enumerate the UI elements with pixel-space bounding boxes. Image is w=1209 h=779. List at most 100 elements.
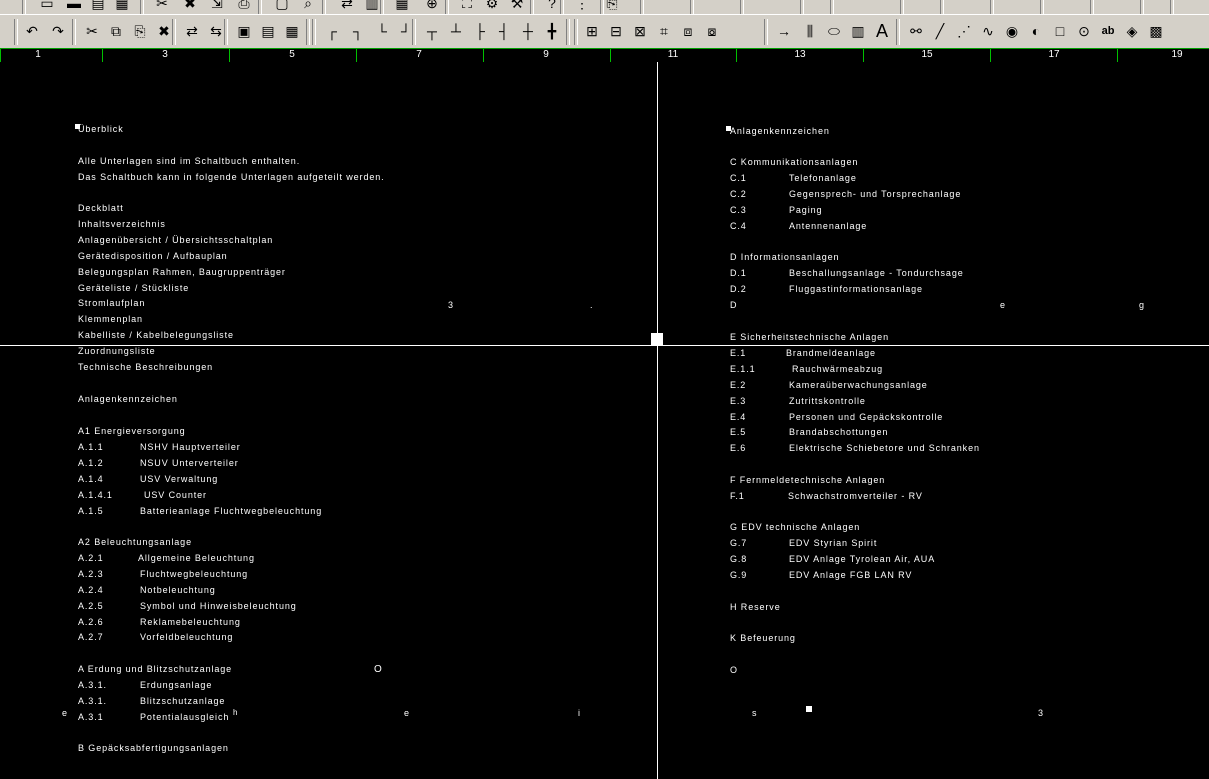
device-box-icon[interactable]: ⧈ xyxy=(676,20,700,42)
toolbar-separator xyxy=(22,0,26,14)
designation-row: G.8 EDV Anlage Tyrolean Air, AUA xyxy=(730,554,935,565)
redo-icon[interactable]: ↷ xyxy=(46,20,70,42)
link-icon[interactable]: ⚯ xyxy=(904,20,928,42)
new-icon[interactable]: ▭ xyxy=(35,0,59,14)
block-icon[interactable]: ▣ xyxy=(232,20,256,42)
selection-handle[interactable] xyxy=(806,706,812,712)
cross-icon[interactable]: ┼ xyxy=(516,20,540,42)
text-style-icon[interactable]: ab xyxy=(1096,20,1120,42)
arc-tool-icon[interactable]: ◐ xyxy=(1024,20,1048,42)
frame-icon[interactable]: ▦ xyxy=(280,20,304,42)
oval-icon[interactable]: ⬭ xyxy=(822,20,846,42)
circle-tool-icon[interactable]: ◉ xyxy=(1000,20,1024,42)
tee-right-icon[interactable]: ├ xyxy=(468,20,492,42)
crosshair-horizontal xyxy=(0,345,1209,346)
window-icon[interactable]: ▤ xyxy=(256,20,280,42)
layers-icon[interactable]: ▥ xyxy=(360,0,384,14)
terminal-icon[interactable]: ⊞ xyxy=(580,20,604,42)
settings-icon[interactable]: ⚒ xyxy=(505,0,529,14)
stray-text: 3 xyxy=(448,300,454,310)
binoculars-icon[interactable]: ⛶ xyxy=(455,0,479,14)
designation-label: Gegensprech- und Torsprechanlage xyxy=(789,188,962,199)
corner-top-right-icon[interactable]: ┐ xyxy=(346,20,370,42)
tee-left-icon[interactable]: ┤ xyxy=(492,20,516,42)
plug-icon[interactable]: ⊟ xyxy=(604,20,628,42)
designation-code: G.7 xyxy=(730,537,748,548)
corner-bottom-right-icon[interactable]: ┘ xyxy=(394,20,418,42)
bracket-icon[interactable]: ⌗ xyxy=(652,20,676,42)
designation-label: NSHV Hauptverteiler xyxy=(140,441,241,452)
designation-code: A.3.1. xyxy=(78,679,107,690)
ruler-number: 9 xyxy=(543,49,549,60)
designation-label: Fluggastinformationsanlage xyxy=(789,283,923,294)
replace-icon[interactable]: ⇄ xyxy=(335,0,359,14)
ruler-tick xyxy=(1117,49,1118,62)
tee-down-icon[interactable]: ┬ xyxy=(420,20,444,42)
multi-line-icon[interactable]: ⫼ xyxy=(798,20,822,42)
arrow-right-icon[interactable]: → xyxy=(772,20,796,42)
cut-icon[interactable]: ✂ xyxy=(80,20,104,42)
designation-row: E.4 Personen und Gepäckskontrolle xyxy=(730,412,943,423)
export-icon[interactable]: ⇲ xyxy=(205,0,229,14)
grid-icon[interactable]: ▦ xyxy=(390,0,414,14)
image-icon[interactable]: ▩ xyxy=(1144,20,1168,42)
document-item: Deckblatt xyxy=(78,203,124,213)
ruler-number: 3 xyxy=(162,49,168,60)
properties-icon[interactable]: ⚙ xyxy=(480,0,504,14)
copy-icon[interactable]: ▦ xyxy=(110,0,134,14)
delete-component-icon[interactable]: ✖ xyxy=(152,20,176,42)
save-icon[interactable]: ▬ xyxy=(62,0,86,14)
designation-label: Erdungsanlage xyxy=(140,679,213,690)
document-item: Technische Beschreibungen xyxy=(78,362,214,372)
toolbar-separator xyxy=(764,19,768,45)
text-icon[interactable]: A xyxy=(870,20,894,42)
tee-up-icon[interactable]: ┴ xyxy=(444,20,468,42)
rectangle-tool-icon[interactable]: □ xyxy=(1048,20,1072,42)
junction-icon[interactable]: ╋ xyxy=(540,20,564,42)
paste-component-icon[interactable]: ⎘ xyxy=(128,20,152,42)
cable-icon[interactable]: ⊠ xyxy=(628,20,652,42)
designation-code: E.2 xyxy=(730,379,747,390)
table-icon[interactable]: ▥ xyxy=(846,20,870,42)
designation-label: Rauchwärmeabzug xyxy=(792,363,884,374)
corner-top-left-icon[interactable]: ┌ xyxy=(320,20,344,42)
stray-text: e xyxy=(404,708,410,718)
cut-icon[interactable]: ✂ xyxy=(150,0,174,14)
help-icon[interactable]: ? xyxy=(540,0,564,14)
designation-row: D.1 Beschallungsanlage - Tondurchsage xyxy=(730,268,964,279)
zoom-icon[interactable]: ⊕ xyxy=(420,0,444,14)
menu-icon[interactable]: ⋮ xyxy=(570,0,594,14)
fill-icon[interactable]: ◈ xyxy=(1120,20,1144,42)
drawing-canvas[interactable]: Überblick Alle Unterlagen sind im Schalt… xyxy=(0,62,1209,779)
toolbar-separator xyxy=(1140,0,1144,14)
delete-icon[interactable]: ✖ xyxy=(178,0,202,14)
print-icon[interactable]: ⎙ xyxy=(232,0,256,14)
paste-icon[interactable]: ⎘ xyxy=(600,0,624,14)
document-item: Anlagenübersicht / Übersichtsschaltplan xyxy=(78,234,274,245)
toolbar-separator xyxy=(1170,0,1174,14)
copy-component-icon[interactable]: ⧉ xyxy=(104,20,128,42)
polyline-icon[interactable]: ⋰ xyxy=(952,20,976,42)
designation-code: A.2.5 xyxy=(78,600,104,611)
contact-icon[interactable]: ⧇ xyxy=(700,20,724,42)
open-icon[interactable]: ▤ xyxy=(86,0,110,14)
ruler-tick xyxy=(0,49,1,62)
undo-icon[interactable]: ↶ xyxy=(20,20,44,42)
preview-icon[interactable]: ▢ xyxy=(270,0,294,14)
designation-label: Schwachstromverteiler - RV xyxy=(788,490,923,501)
line-tool-icon[interactable]: ╱ xyxy=(928,20,952,42)
ruler-number: 19 xyxy=(1171,49,1183,60)
document-item: Belegungsplan Rahmen, Baugruppenträger xyxy=(78,266,286,277)
ruler-number: 17 xyxy=(1048,49,1060,60)
designation-row: A.2.6 Reklamebeleuchtung xyxy=(78,617,241,628)
designation-code: A.3.1. xyxy=(78,695,107,706)
disconnect-icon[interactable]: ⇆ xyxy=(204,20,228,42)
stray-text: g xyxy=(1139,300,1145,310)
ruler-number: 11 xyxy=(667,49,679,60)
corner-bottom-left-icon[interactable]: └ xyxy=(370,20,394,42)
find-icon[interactable]: ⌕ xyxy=(296,0,320,14)
waveform-icon[interactable]: ∿ xyxy=(976,20,1000,42)
group-title: K Befeuerung xyxy=(730,633,796,643)
connect-icon[interactable]: ⇄ xyxy=(180,20,204,42)
ellipse-tool-icon[interactable]: ⊙ xyxy=(1072,20,1096,42)
